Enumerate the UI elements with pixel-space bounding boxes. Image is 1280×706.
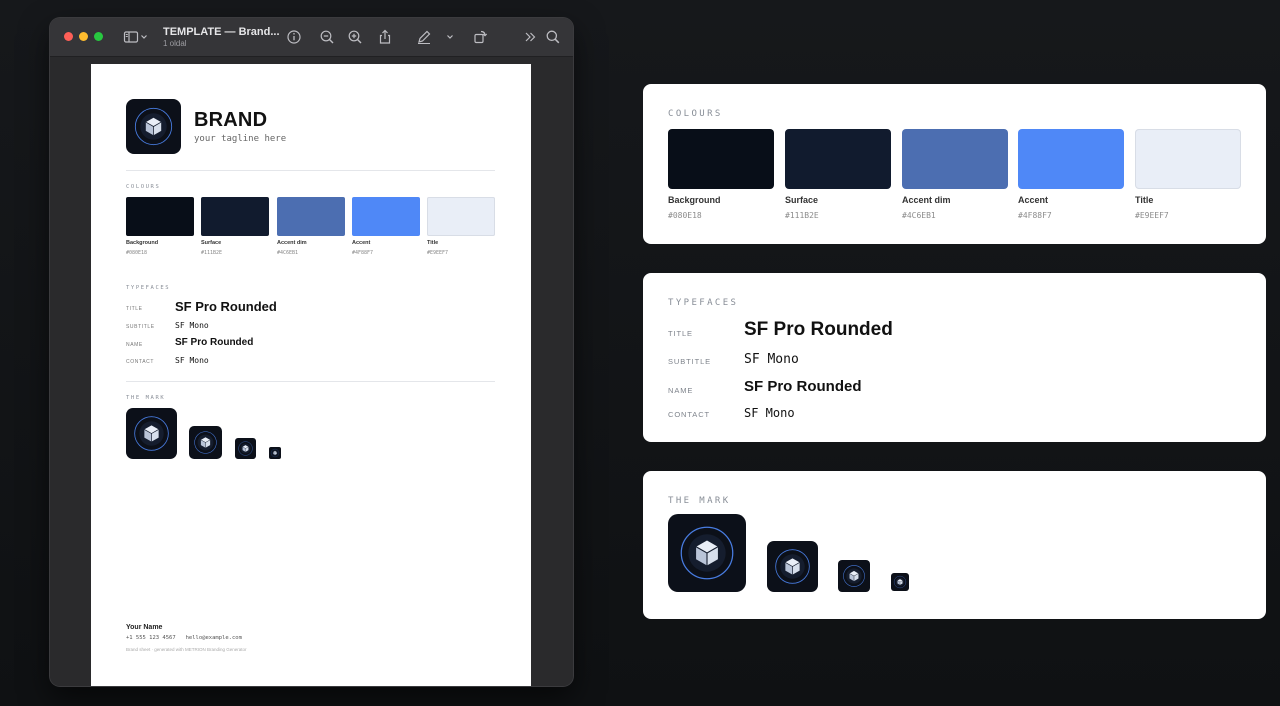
mark-tiny-icon (269, 447, 281, 459)
contact-line: +1 555 123 4567 hello@example.com (126, 635, 242, 641)
zoom-out-icon[interactable] (317, 27, 337, 47)
typeface-value: SF Mono (744, 406, 795, 420)
brand-name: BRAND (194, 109, 268, 131)
mark-tiny-icon (891, 573, 909, 591)
chevron-down-icon[interactable] (139, 27, 149, 47)
typefaces-card-title: TYPEFACES (668, 298, 739, 308)
typefaces-card: TYPEFACES TITLE SF Pro Rounded SUBTITLE … (643, 273, 1266, 442)
colour-swatch (785, 129, 891, 189)
colour-name: Accent dim (902, 195, 951, 205)
typeface-label: CONTACT (668, 410, 710, 419)
colour-hex: #080E18 (668, 211, 702, 220)
colour-swatch (277, 197, 345, 236)
document-viewport[interactable]: BRAND your tagline here COLOURS Backgrou… (50, 57, 573, 686)
typefaces-heading: TYPEFACES (126, 285, 171, 291)
window-subtitle: 1 oldal (163, 39, 187, 48)
mark-heading: THE MARK (126, 395, 166, 401)
colour-hex: #E9EEF7 (1135, 211, 1169, 220)
window-titlebar: TEMPLATE — Brand... 1 oldal (50, 18, 573, 57)
share-icon[interactable] (375, 27, 395, 47)
info-icon[interactable] (284, 27, 304, 47)
divider (126, 381, 495, 382)
colour-swatch (1018, 129, 1124, 189)
colour-swatch (1135, 129, 1241, 189)
colour-hex: #4C6EB1 (277, 250, 299, 256)
rotate-icon[interactable] (470, 27, 490, 47)
colour-hex: #080E18 (126, 250, 148, 256)
brand-tagline: your tagline here (194, 134, 287, 144)
typeface-label: TITLE (668, 329, 693, 338)
typeface-value: SF Mono (175, 356, 209, 365)
sidebar-icon[interactable] (121, 27, 141, 47)
typeface-label: NAME (126, 342, 143, 348)
colours-heading: COLOURS (126, 184, 161, 190)
typeface-value: SF Pro Rounded (175, 299, 277, 314)
minimize-window-button[interactable] (79, 32, 88, 41)
preview-window: TEMPLATE — Brand... 1 oldal BRAND your t… (50, 18, 573, 686)
zoom-in-icon[interactable] (345, 27, 365, 47)
colour-hex: #4F88F7 (352, 250, 374, 256)
contact-name: Your Name (126, 624, 163, 631)
fullscreen-window-button[interactable] (94, 32, 103, 41)
typeface-value: SF Pro Rounded (175, 337, 254, 348)
close-window-button[interactable] (64, 32, 73, 41)
markup-pen-icon[interactable] (414, 27, 434, 47)
colour-swatch (902, 129, 1008, 189)
typeface-value: SF Mono (744, 352, 799, 367)
colour-hex: #4F88F7 (1018, 211, 1052, 220)
typeface-value: SF Mono (175, 321, 209, 330)
colour-name: Title (1135, 195, 1154, 205)
typeface-label: NAME (668, 386, 694, 395)
generator-footer: Brand sheet · generated with METRION Bra… (126, 647, 247, 652)
mark-small-icon (838, 560, 870, 592)
typeface-label: CONTACT (126, 359, 154, 365)
colour-name: Surface (201, 240, 222, 246)
colours-card-title: COLOURS (668, 109, 723, 119)
more-chevron-icon[interactable] (520, 27, 540, 47)
mark-large-icon (126, 408, 177, 459)
colour-swatch (668, 129, 774, 189)
typeface-label: TITLE (126, 306, 143, 312)
colour-name: Accent (1018, 195, 1049, 205)
typeface-value: SF Pro Rounded (744, 319, 893, 340)
mark-large-icon (668, 514, 746, 592)
brand-logo-icon (126, 99, 181, 154)
chevron-down-icon[interactable] (445, 27, 455, 47)
mark-medium-icon (767, 541, 818, 592)
contact-email: hello@example.com (185, 635, 242, 641)
colour-swatch (201, 197, 269, 236)
colour-hex: #E9EEF7 (427, 250, 449, 256)
colour-name: Accent (352, 240, 371, 246)
colour-name: Accent dim (277, 240, 307, 246)
colour-hex: #111B2E (201, 250, 223, 256)
typeface-label: SUBTITLE (126, 324, 155, 330)
colour-name: Title (427, 240, 439, 246)
mark-card: THE MARK (643, 471, 1266, 619)
window-title: TEMPLATE — Brand... (163, 26, 280, 38)
divider (126, 170, 495, 171)
typeface-label: SUBTITLE (668, 357, 712, 366)
colour-swatch (427, 197, 495, 236)
mark-small-icon (235, 438, 256, 459)
colour-hex: #4C6EB1 (902, 211, 936, 220)
typeface-value: SF Pro Rounded (744, 378, 862, 395)
colours-card: COLOURS Background Surface Accent dim Ac… (643, 84, 1266, 244)
colour-swatch (126, 197, 194, 236)
mark-card-title: THE MARK (668, 496, 731, 506)
colour-name: Background (126, 240, 159, 246)
search-icon[interactable] (543, 27, 563, 47)
colour-hex: #111B2E (785, 211, 819, 220)
colour-name: Surface (785, 195, 819, 205)
mark-medium-icon (189, 426, 222, 459)
document-page: BRAND your tagline here COLOURS Backgrou… (91, 64, 531, 686)
colour-name: Background (668, 195, 721, 205)
contact-phone: +1 555 123 4567 (126, 635, 176, 641)
colour-swatch (352, 197, 420, 236)
